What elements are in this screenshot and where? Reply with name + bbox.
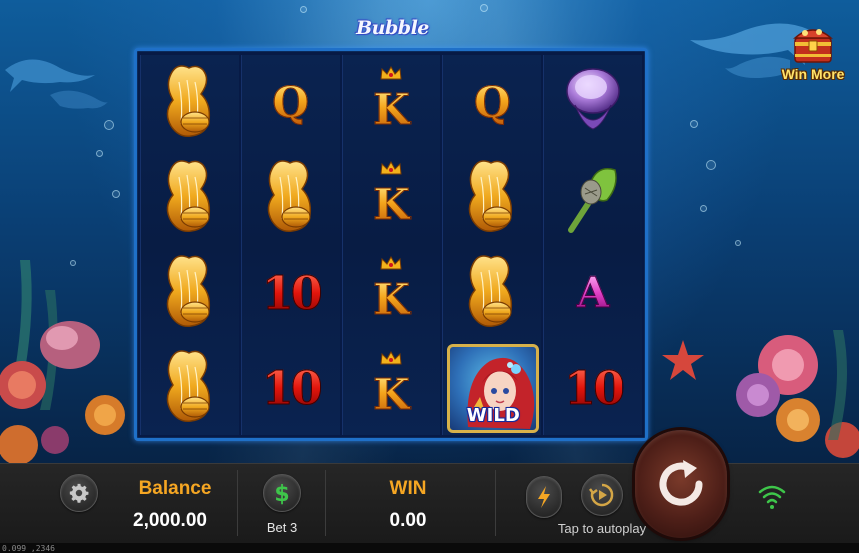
reel-cell: Q — [443, 55, 541, 150]
bet-label: Bet 3 — [255, 520, 309, 535]
reel-cell: Q — [242, 55, 340, 150]
golden-harp-symbol — [166, 349, 210, 422]
win-value: 0.00 — [389, 510, 427, 531]
conch-symbol — [568, 167, 617, 233]
reel-cell — [141, 245, 239, 340]
crown-icon — [380, 160, 403, 175]
win-more-button[interactable]: Win More — [778, 24, 848, 86]
turbo-button[interactable] — [526, 476, 562, 518]
reel-5: A 10 — [543, 55, 642, 435]
divider — [325, 470, 326, 536]
bet-value: 3 — [289, 520, 298, 535]
reel-cell — [141, 150, 239, 245]
reel-3: K K K K — [341, 55, 441, 435]
coral-left-decoration — [0, 260, 125, 465]
wild-label: WILD — [466, 405, 520, 426]
reel-cell: WILD — [443, 340, 541, 435]
spin-arrow-icon — [659, 460, 703, 506]
reel-cell: K — [343, 340, 441, 435]
bet-button[interactable]: $ — [263, 474, 301, 512]
divider — [237, 470, 238, 536]
bet-label-text: Bet — [266, 520, 287, 535]
reel-cell — [242, 150, 340, 245]
reel-cell: A — [544, 245, 642, 340]
reel-cell — [141, 55, 239, 150]
q-symbol: Q — [272, 77, 310, 127]
wifi-signal-icon — [758, 485, 786, 509]
reel-cell — [544, 150, 642, 245]
reel-cell — [443, 150, 541, 245]
reel-4: Q WILD — [442, 55, 542, 435]
reel-cell: 10 — [242, 245, 340, 340]
crown-icon — [380, 255, 403, 270]
balance-label: Balance — [138, 478, 212, 499]
purple-shell-symbol — [566, 67, 620, 130]
game-logo: Bubble Beauty — [356, 17, 429, 75]
reel-1 — [140, 55, 239, 435]
ten-symbol: 10 — [261, 360, 323, 415]
ten-symbol: 10 — [261, 265, 323, 320]
k-symbol: K — [373, 84, 411, 134]
golden-harp-symbol — [469, 254, 513, 327]
a-symbol: A — [576, 267, 610, 317]
reels-frame: Q 10 10 K K K K Q WILD A 10 — [134, 48, 648, 441]
treasure-chest-icon — [793, 29, 833, 63]
reel-cell: K — [343, 150, 441, 245]
golden-harp-symbol — [469, 159, 513, 232]
ten-symbol: 10 — [564, 360, 626, 415]
reel-cell — [141, 340, 239, 435]
reel-cell: K — [343, 55, 441, 150]
balance-value: 2,000.00 — [133, 510, 207, 531]
crown-icon — [380, 65, 403, 80]
svg-text:$: $ — [274, 482, 289, 506]
golden-harp-symbol — [267, 159, 311, 232]
reel-cell: 10 — [242, 340, 340, 435]
reel-cell: 10 — [544, 340, 642, 435]
autoplay-button[interactable] — [581, 474, 623, 516]
reel-grid: Q 10 10 K K K K Q WILD A 10 — [140, 55, 642, 435]
golden-harp-symbol — [166, 254, 210, 327]
win-label: WIN — [389, 478, 427, 499]
network-status — [756, 480, 788, 512]
k-symbol: K — [373, 179, 411, 229]
footer-version-text: 0.099 ,2346 — [2, 544, 55, 553]
spin-button[interactable] — [635, 430, 727, 538]
divider — [495, 470, 496, 536]
win-more-label: Win More — [781, 66, 845, 82]
k-symbol: K — [373, 274, 411, 324]
golden-harp-symbol — [166, 159, 210, 232]
dollar-icon: $ — [274, 482, 289, 506]
game-screen: Bubble Beauty Win More — [0, 0, 859, 553]
footer-strip — [0, 543, 859, 553]
reel-cell — [544, 55, 642, 150]
q-symbol: Q — [473, 77, 511, 127]
reel-cell — [443, 245, 541, 340]
lightning-icon — [538, 486, 550, 508]
dolphin-left-decoration — [5, 59, 108, 109]
gear-icon — [69, 483, 89, 503]
reel-2: Q 10 10 — [240, 55, 340, 435]
crown-icon — [380, 350, 403, 365]
reel-cell: K — [343, 245, 441, 340]
settings-button[interactable] — [60, 474, 98, 512]
k-symbol: K — [373, 369, 411, 419]
autoplay-icon — [589, 483, 614, 507]
wild-symbol: WILD — [447, 344, 540, 433]
golden-harp-symbol — [166, 64, 210, 137]
autoplay-label: Tap to autoplay — [557, 521, 647, 536]
